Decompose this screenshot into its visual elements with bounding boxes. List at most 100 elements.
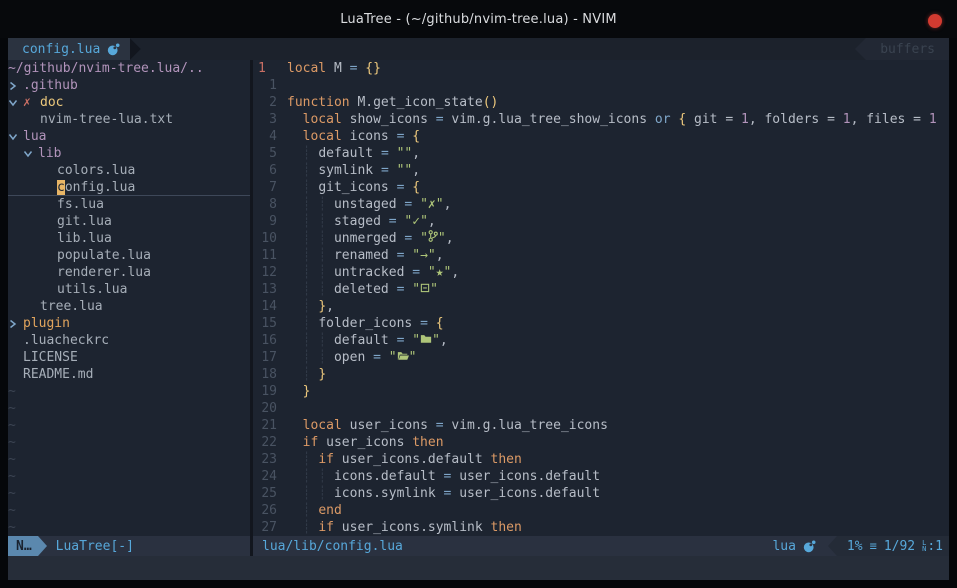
tabline-fill — [141, 38, 866, 60]
tree-row[interactable]: fs.lua — [8, 196, 250, 213]
tree-row[interactable]: tree.lua — [8, 298, 250, 315]
tree-row[interactable]: config.lua — [8, 179, 250, 196]
tree-row[interactable]: .luacheckrc — [8, 332, 250, 349]
tree-row[interactable]: colors.lua — [8, 162, 250, 179]
position-section: 1% ≡ 1/92 LN :1 — [837, 536, 949, 556]
indent — [8, 145, 23, 162]
code-line[interactable]: 17 ┊ ┊ open = "" — [253, 349, 949, 366]
code-line[interactable]: 16 ┊ ┊ default = "", — [253, 332, 949, 349]
code-text: local show_icons = vim.g.lua_tree_show_i… — [277, 111, 937, 128]
tree-row[interactable]: git.lua — [8, 213, 250, 230]
code-text: ┊ ┊ untracked = "★", — [277, 264, 459, 281]
chevron-right-icon[interactable] — [8, 77, 23, 94]
relative-line-number: 18 — [253, 366, 277, 383]
tree-item-label: doc — [40, 94, 63, 111]
code-text: ┊ git_icons = { — [277, 179, 420, 196]
indent — [8, 247, 57, 264]
tree-item-label: nvim-tree-lua.txt — [40, 111, 173, 128]
chevron-right-icon[interactable] — [8, 315, 23, 332]
chevron-down-icon[interactable] — [8, 128, 23, 145]
tree-item-label: git.lua — [57, 213, 112, 230]
tree-row[interactable]: README.md — [8, 366, 250, 383]
buffers-label: buffers — [880, 42, 935, 57]
code-line[interactable]: 19 } — [253, 383, 949, 400]
code-line[interactable]: 7 ┊ git_icons = { — [253, 179, 949, 196]
tree-row[interactable]: ~/github/nvim-tree.lua/.. — [8, 60, 250, 77]
tree-row[interactable]: plugin — [8, 315, 250, 332]
close-button[interactable] — [928, 14, 942, 28]
code-text: if user_icons then — [277, 434, 444, 451]
command-line[interactable] — [8, 556, 949, 580]
code-line[interactable]: 18 ┊ } — [253, 366, 949, 383]
tree-item-label: colors.lua — [57, 162, 135, 179]
code-line[interactable]: 25 ┊ ┊ icons.symlink = user_icons.defaul… — [253, 485, 949, 502]
code-text: ┊ ┊ icons.symlink = user_icons.default — [277, 485, 600, 502]
code-line[interactable]: 9 ┊ ┊ staged = "✓", — [253, 213, 949, 230]
tree-item-label: fs.lua — [57, 196, 104, 213]
indent — [8, 179, 57, 196]
chevron-down-icon[interactable] — [23, 145, 38, 162]
statusline-editor: lua/lib/config.lua lua 1% ≡ 1/92 LN :1 — [253, 536, 949, 556]
code-line[interactable]: 13 ┊ ┊ deleted = "" — [253, 281, 949, 298]
chevron-down-icon — [8, 98, 18, 107]
tree-row[interactable]: .github — [8, 77, 250, 94]
file-tree[interactable]: ~/github/nvim-tree.lua/...github✗docnvim… — [8, 60, 250, 536]
code-line[interactable]: 3 local show_icons = vim.g.lua_tree_show… — [253, 111, 949, 128]
code-line[interactable]: 21 local user_icons = vim.g.lua_tree_ico… — [253, 417, 949, 434]
tab-config-lua[interactable]: config.lua — [8, 38, 130, 60]
relative-line-number: 11 — [253, 247, 277, 264]
code-line[interactable]: 14 ┊ }, — [253, 298, 949, 315]
code-line[interactable]: 11 ┊ ┊ renamed = "→", — [253, 247, 949, 264]
code-line[interactable]: 8 ┊ ┊ unstaged = "✗", — [253, 196, 949, 213]
tree-item-label: LICENSE — [23, 349, 78, 366]
chevron-down-icon[interactable] — [8, 94, 23, 111]
tree-row[interactable]: ✗doc — [8, 94, 250, 111]
tree-buffer-name: LuaTree[-] — [56, 539, 134, 554]
tree-row[interactable]: lib.lua — [8, 230, 250, 247]
code-line[interactable]: 6 ┊ symlink = "", — [253, 162, 949, 179]
code-line[interactable]: 20 — [253, 400, 949, 417]
tree-item-label: ~ — [8, 451, 16, 468]
mode-arrow — [38, 536, 47, 556]
code-text: ┊ ┊ unstaged = "✗", — [277, 196, 451, 213]
code-line[interactable]: 23 ┊ if user_icons.default then — [253, 451, 949, 468]
code-line[interactable]: 1 — [253, 77, 949, 94]
code-line[interactable]: 2function M.get_icon_state() — [253, 94, 949, 111]
tree-item-label: config.lua — [57, 179, 135, 196]
code-line[interactable]: 5 ┊ default = "", — [253, 145, 949, 162]
tree-row[interactable]: renderer.lua — [8, 264, 250, 281]
buffers-section[interactable]: buffers — [866, 38, 949, 60]
tree-item-label: lua — [23, 128, 46, 145]
code-line[interactable]: 27 ┊ if user_icons.symlink then — [253, 519, 949, 536]
code-line[interactable]: 1local M = {} — [253, 60, 949, 77]
tree-row[interactable]: lua — [8, 128, 250, 145]
code-line[interactable]: 22 if user_icons then — [253, 434, 949, 451]
code-line[interactable]: 12 ┊ ┊ untracked = "★", — [253, 264, 949, 281]
editor-buffer[interactable]: 1local M = {}12function M.get_icon_state… — [253, 60, 949, 536]
relative-line-number: 6 — [253, 162, 277, 179]
code-line[interactable]: 24 ┊ ┊ icons.default = user_icons.defaul… — [253, 468, 949, 485]
code-line[interactable]: 15 ┊ folder_icons = { — [253, 315, 949, 332]
code-text: ┊ ┊ staged = "✓", — [277, 213, 436, 230]
tree-row[interactable]: LICENSE — [8, 349, 250, 366]
tree-row[interactable]: utils.lua — [8, 281, 250, 298]
code-line[interactable]: 10 ┊ ┊ unmerged = "", — [253, 230, 949, 247]
relative-line-number: 16 — [253, 332, 277, 349]
relative-line-number: 3 — [253, 111, 277, 128]
relative-line-number: 17 — [253, 349, 277, 366]
code-text: local M = {} — [277, 60, 381, 77]
code-text — [277, 77, 287, 94]
tree-row[interactable]: nvim-tree-lua.txt — [8, 111, 250, 128]
code-line[interactable]: 26 ┊ end — [253, 502, 949, 519]
tab-label: config.lua — [22, 42, 100, 57]
tree-row[interactable]: populate.lua — [8, 247, 250, 264]
code-line[interactable]: 4 local icons = { — [253, 128, 949, 145]
mode-indicator: N… — [8, 536, 38, 556]
indent — [8, 196, 57, 213]
tree-row[interactable]: lib — [8, 145, 250, 162]
code-text: local icons = { — [277, 128, 420, 145]
titlebar[interactable]: LuaTree - (~/github/nvim-tree.lua) - NVI… — [0, 0, 957, 38]
nvim-window: { "window": { "title": "LuaTree - (~/git… — [0, 0, 957, 588]
code-text: ┊ ┊ renamed = "→", — [277, 247, 444, 264]
relative-line-number: 14 — [253, 298, 277, 315]
